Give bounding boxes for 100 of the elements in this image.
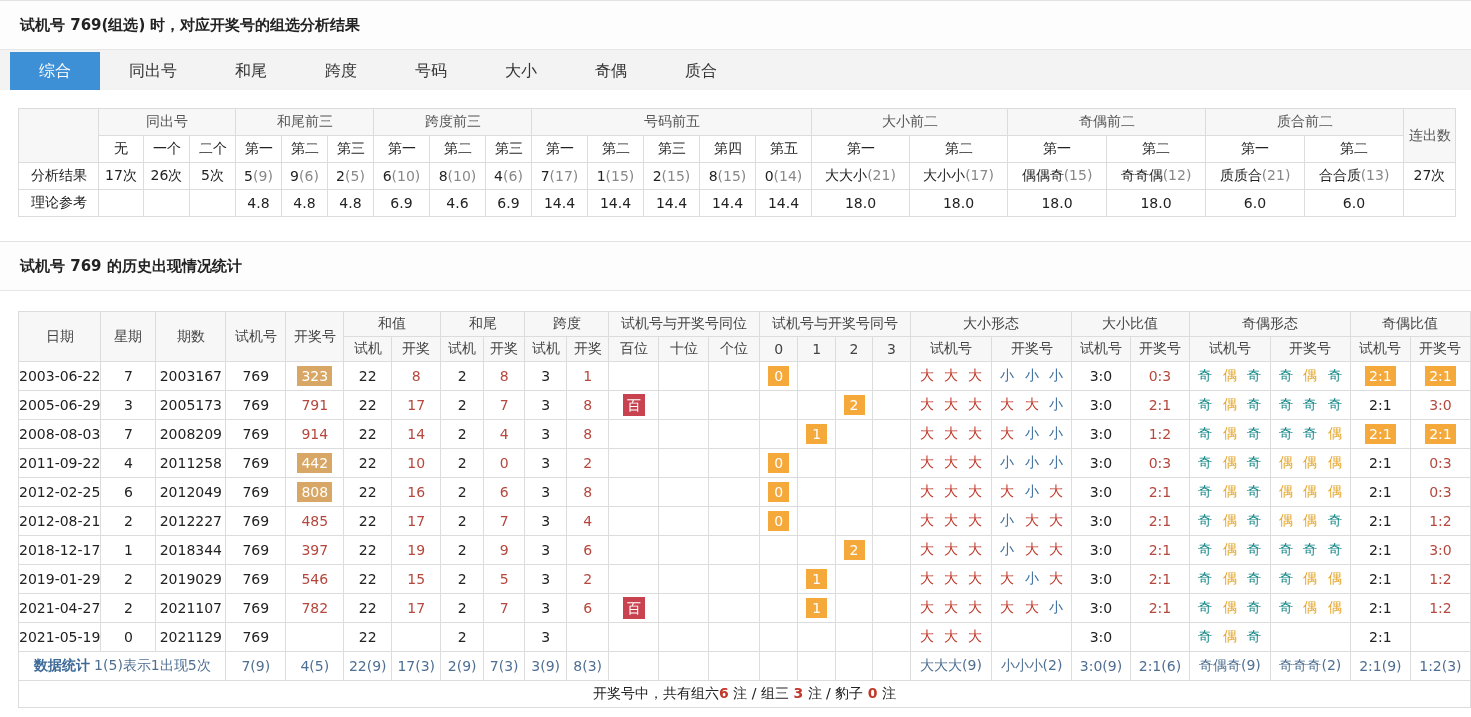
table-cell: 2:1 bbox=[1350, 390, 1411, 420]
table-cell: 2 bbox=[100, 506, 156, 536]
table-cell: 14.4 bbox=[699, 189, 756, 217]
tab[interactable]: 质合 bbox=[656, 52, 746, 90]
table-cell: 22 bbox=[343, 564, 392, 594]
header-cell: 质合前二 bbox=[1205, 108, 1404, 136]
table-cell: 2:1 bbox=[1130, 390, 1190, 420]
match-badge: 1 bbox=[806, 424, 828, 444]
table-cell: 6 bbox=[483, 477, 525, 507]
pattern-cell: 小 大 大 bbox=[991, 535, 1072, 565]
table-cell: 6.9 bbox=[373, 189, 430, 217]
table-cell: 18.0 bbox=[1007, 189, 1107, 217]
table-cell: 2:1 bbox=[1130, 506, 1190, 536]
result-cell: 5(9) bbox=[235, 162, 282, 190]
result-cell: 9(6) bbox=[281, 162, 328, 190]
table-cell: 2 bbox=[440, 448, 484, 478]
table-cell: 2011-09-22 bbox=[18, 448, 101, 478]
highlighted-number: 808 bbox=[297, 482, 333, 502]
tab[interactable]: 同出号 bbox=[100, 52, 206, 90]
result-cell: 6(10) bbox=[373, 162, 430, 190]
header-cell: 大小比值 bbox=[1071, 311, 1190, 337]
tab[interactable]: 跨度 bbox=[296, 52, 386, 90]
result-cell: 17次 bbox=[98, 162, 144, 190]
header-cell: 开奖号 bbox=[991, 336, 1072, 362]
table-cell: 7 bbox=[483, 506, 525, 536]
table-cell: 22 bbox=[343, 448, 392, 478]
result-cell: 2(15) bbox=[643, 162, 700, 190]
table-cell: 6.9 bbox=[485, 189, 532, 217]
position-badge: 百 bbox=[622, 394, 645, 416]
header-cell: 星期 bbox=[100, 311, 156, 362]
pattern-cell: 奇 偶 奇 bbox=[1189, 477, 1271, 507]
table-cell: 2:1 bbox=[1350, 535, 1411, 565]
stat-cell: 17(3) bbox=[391, 651, 441, 681]
table-cell: 7 bbox=[100, 361, 156, 391]
highlighted-ratio: 2:1 bbox=[1425, 424, 1456, 444]
table-cell: 2:1 bbox=[1350, 622, 1411, 652]
header-cell: 开奖号 bbox=[285, 311, 344, 362]
table-cell: 2018-12-17 bbox=[18, 535, 101, 565]
table-cell: 3 bbox=[100, 390, 156, 420]
table-cell: 0 bbox=[483, 448, 525, 478]
table-cell: 3 bbox=[524, 390, 567, 420]
match-badge: 2 bbox=[843, 395, 865, 415]
table-cell: 2 bbox=[440, 390, 484, 420]
table-cell: 4 bbox=[566, 506, 609, 536]
pattern-cell: 奇 偶 奇 bbox=[1189, 535, 1271, 565]
table-cell: 2019029 bbox=[155, 564, 226, 594]
header-cell: 跨度 bbox=[524, 311, 609, 337]
match-badge: 0 bbox=[768, 366, 790, 386]
pattern-cell: 大 大 大 bbox=[910, 361, 992, 391]
stat-cell: 2(9) bbox=[440, 651, 484, 681]
position-badge: 百 bbox=[622, 597, 645, 619]
tab[interactable]: 大小 bbox=[476, 52, 566, 90]
table-cell: 2:1 bbox=[1130, 535, 1190, 565]
result-cell: 27次 bbox=[1403, 162, 1456, 190]
tab[interactable]: 号码 bbox=[386, 52, 476, 90]
tab[interactable]: 奇偶 bbox=[566, 52, 656, 90]
header-cell: 奇偶前二 bbox=[1007, 108, 1206, 136]
header-cell: 试机号 bbox=[1189, 336, 1271, 362]
pattern-cell: 大 大 大 bbox=[910, 448, 992, 478]
table-cell: 18.0 bbox=[909, 189, 1008, 217]
table-cell: 1:2 bbox=[1410, 564, 1471, 594]
result-cell: 合合质(13) bbox=[1304, 162, 1404, 190]
pattern-cell: 偶 偶 偶 bbox=[1270, 448, 1351, 478]
table-cell: 8 bbox=[566, 390, 609, 420]
table-cell: 2 bbox=[100, 564, 156, 594]
table-cell: 2 bbox=[440, 419, 484, 449]
header-cell: 日期 bbox=[18, 311, 101, 362]
table-cell: 14 bbox=[391, 419, 441, 449]
table-cell: 2 bbox=[440, 593, 484, 623]
table-cell: 2019-01-29 bbox=[18, 564, 101, 594]
result-cell: 质质合(21) bbox=[1205, 162, 1305, 190]
row-label: 理论参考 bbox=[18, 189, 99, 217]
pattern-cell: 奇 偶 偶 bbox=[1270, 593, 1351, 623]
tab[interactable]: 和尾 bbox=[206, 52, 296, 90]
table-cell: 10 bbox=[391, 448, 441, 478]
table-cell: 22 bbox=[343, 535, 392, 565]
result-cell: 4(6) bbox=[485, 162, 532, 190]
section-title: 试机号 769(组选) 时，对应开奖号的组选分析结果 bbox=[20, 15, 361, 35]
header-cell: 试机号与开奖号同号 bbox=[759, 311, 911, 337]
pattern-cell: 小 小 小 bbox=[991, 361, 1072, 391]
table-cell: 3 bbox=[524, 506, 567, 536]
header-cell: 大小形态 bbox=[910, 311, 1072, 337]
table-cell: 22 bbox=[343, 506, 392, 536]
header-cell: 跨度前三 bbox=[373, 108, 532, 136]
header-cell: 和值 bbox=[343, 311, 441, 337]
table-cell: 3 bbox=[524, 622, 567, 652]
highlighted-ratio: 2:1 bbox=[1365, 366, 1396, 386]
table-cell: 14.4 bbox=[587, 189, 644, 217]
table-cell: 4.6 bbox=[429, 189, 486, 217]
table-cell: 2:1 bbox=[1350, 593, 1411, 623]
table-cell: 3:0 bbox=[1410, 535, 1471, 565]
table-cell: 2021-05-19 bbox=[18, 622, 101, 652]
table-cell: 22 bbox=[343, 390, 392, 420]
result-cell: 大大小(21) bbox=[811, 162, 910, 190]
table-cell: 2:1 bbox=[1130, 564, 1190, 594]
highlighted-ratio: 2:1 bbox=[1425, 366, 1456, 386]
table-cell: 769 bbox=[225, 390, 286, 420]
table-cell: 3:0 bbox=[1071, 477, 1131, 507]
table-cell: 914 bbox=[285, 419, 344, 449]
table-cell: 2 bbox=[440, 477, 484, 507]
